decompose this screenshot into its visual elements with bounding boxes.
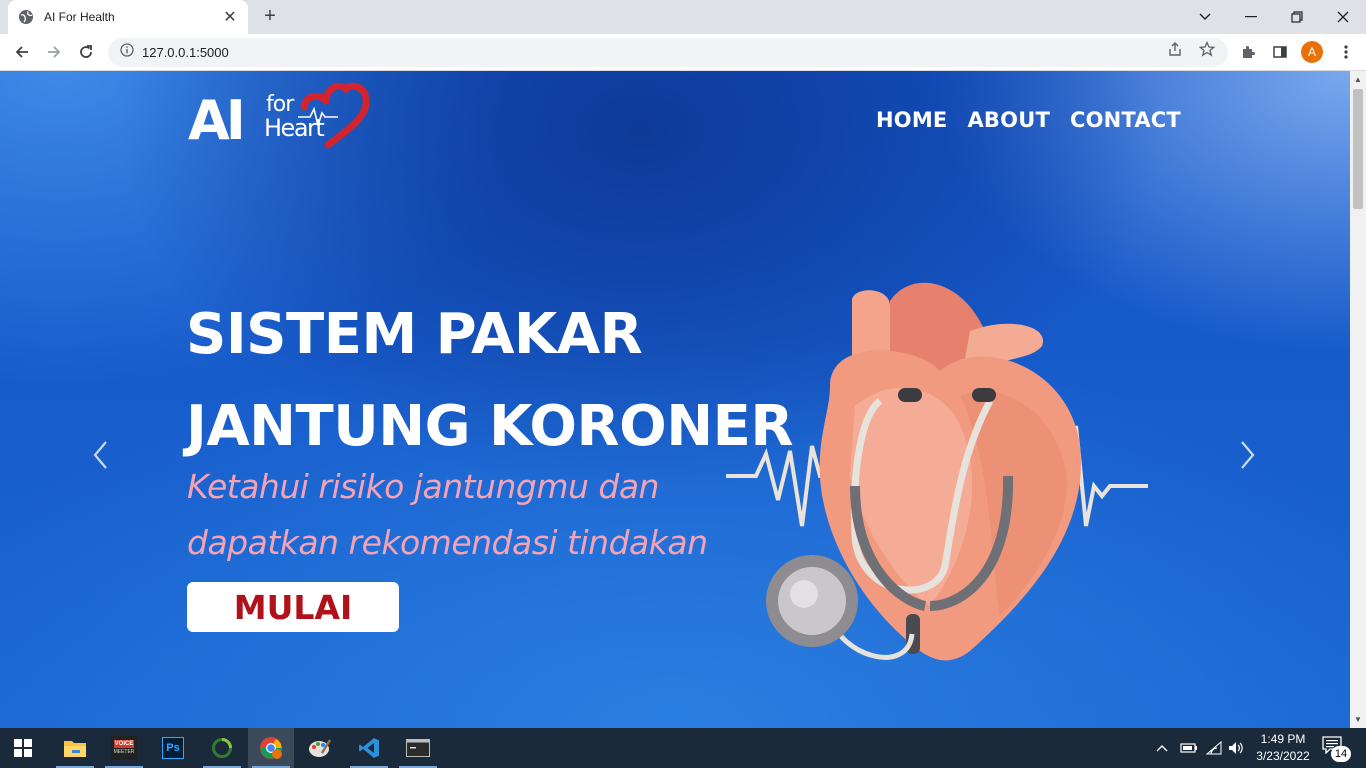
share-icon[interactable] <box>1166 40 1184 58</box>
page-scrollbar[interactable]: ▲ ▼ <box>1350 71 1366 728</box>
carousel-prev-icon[interactable] <box>90 439 112 471</box>
voicemeeter-icon[interactable]: VOICE MEETER <box>101 728 147 768</box>
logo-heart-text: Heart <box>264 114 325 142</box>
nav-home[interactable]: HOME <box>876 108 947 132</box>
scroll-thumb[interactable] <box>1353 89 1363 209</box>
notification-count-badge: 14 <box>1331 746 1351 762</box>
globe-icon <box>18 9 34 25</box>
progress-app-icon[interactable] <box>199 728 245 768</box>
back-icon[interactable] <box>8 38 36 66</box>
side-panel-icon[interactable] <box>1270 42 1290 62</box>
logo-heart-icon <box>322 82 370 149</box>
system-clock[interactable]: 1:49 PM 3/23/2022 <box>1248 731 1318 765</box>
nav-contact[interactable]: CONTACT <box>1070 108 1181 132</box>
extensions-icon[interactable] <box>1238 42 1258 62</box>
profile-avatar[interactable]: A <box>1301 41 1323 63</box>
voicemeeter-sublabel: MEETER <box>113 749 135 755</box>
hero-subtitle: Ketahui risiko jantungmu dan dapatkan re… <box>187 459 708 571</box>
wifi-icon[interactable] <box>1206 728 1222 768</box>
voicemeeter-label: VOICE <box>113 740 135 748</box>
restore-icon[interactable] <box>1274 0 1320 34</box>
scroll-down-icon[interactable]: ▼ <box>1354 715 1362 724</box>
nav-about[interactable]: ABOUT <box>967 108 1050 132</box>
chrome-icon[interactable] <box>248 728 294 768</box>
hero-subtitle-line-2: dapatkan rekomendasi tindakan <box>187 523 708 562</box>
address-bar[interactable]: 127.0.0.1:5000 <box>108 38 1228 67</box>
hero-title: SISTEM PAKAR JANTUNG KORONER <box>186 289 794 473</box>
browser-titlebar: AI For Health ✕ + <box>0 0 1366 34</box>
battery-icon[interactable] <box>1180 728 1198 768</box>
page-viewport: AI for Heart HOME ABOUT CONTACT SISTEM P… <box>0 71 1350 728</box>
forward-icon[interactable] <box>40 38 68 66</box>
main-nav: HOME ABOUT CONTACT <box>876 108 1181 132</box>
reload-icon[interactable] <box>72 38 100 66</box>
volume-icon[interactable] <box>1228 728 1244 768</box>
start-button[interactable]: MULAI <box>187 582 399 632</box>
windows-taskbar: VOICE MEETER Ps 1:49 PM 3/23/2022 14 <box>0 728 1366 768</box>
file-explorer-icon[interactable] <box>52 728 98 768</box>
photoshop-label: Ps <box>162 737 184 759</box>
paint-icon[interactable] <box>297 728 343 768</box>
carousel-next-icon[interactable] <box>1236 439 1258 471</box>
photoshop-icon[interactable]: Ps <box>150 728 196 768</box>
terminal-icon[interactable] <box>395 728 441 768</box>
start-icon[interactable] <box>0 728 46 768</box>
url-text: 127.0.0.1:5000 <box>142 45 229 60</box>
hero-title-line-1: SISTEM PAKAR <box>186 302 643 367</box>
close-window-icon[interactable] <box>1320 0 1366 34</box>
clock-time: 1:49 PM <box>1260 732 1306 746</box>
tab-search-icon[interactable] <box>1182 0 1228 34</box>
info-icon[interactable] <box>120 43 134 62</box>
tray-chevron-icon[interactable] <box>1156 728 1168 768</box>
close-tab-icon[interactable]: ✕ <box>222 7 238 27</box>
scroll-up-icon[interactable]: ▲ <box>1354 75 1362 84</box>
logo-ai-text: AI <box>188 89 246 152</box>
site-logo[interactable]: AI for Heart <box>188 79 370 157</box>
tab-title: AI For Health <box>44 10 115 24</box>
new-tab-button[interactable]: + <box>258 5 282 29</box>
browser-toolbar: 127.0.0.1:5000 A <box>0 34 1366 71</box>
hero-subtitle-line-1: Ketahui risiko jantungmu dan <box>187 467 659 506</box>
vscode-icon[interactable] <box>346 728 392 768</box>
bookmark-star-icon[interactable] <box>1198 40 1216 58</box>
minimize-icon[interactable] <box>1228 0 1274 34</box>
clock-date: 3/23/2022 <box>1256 749 1310 763</box>
browser-tab[interactable]: AI For Health ✕ <box>8 0 248 34</box>
chrome-menu-icon[interactable] <box>1336 42 1356 62</box>
